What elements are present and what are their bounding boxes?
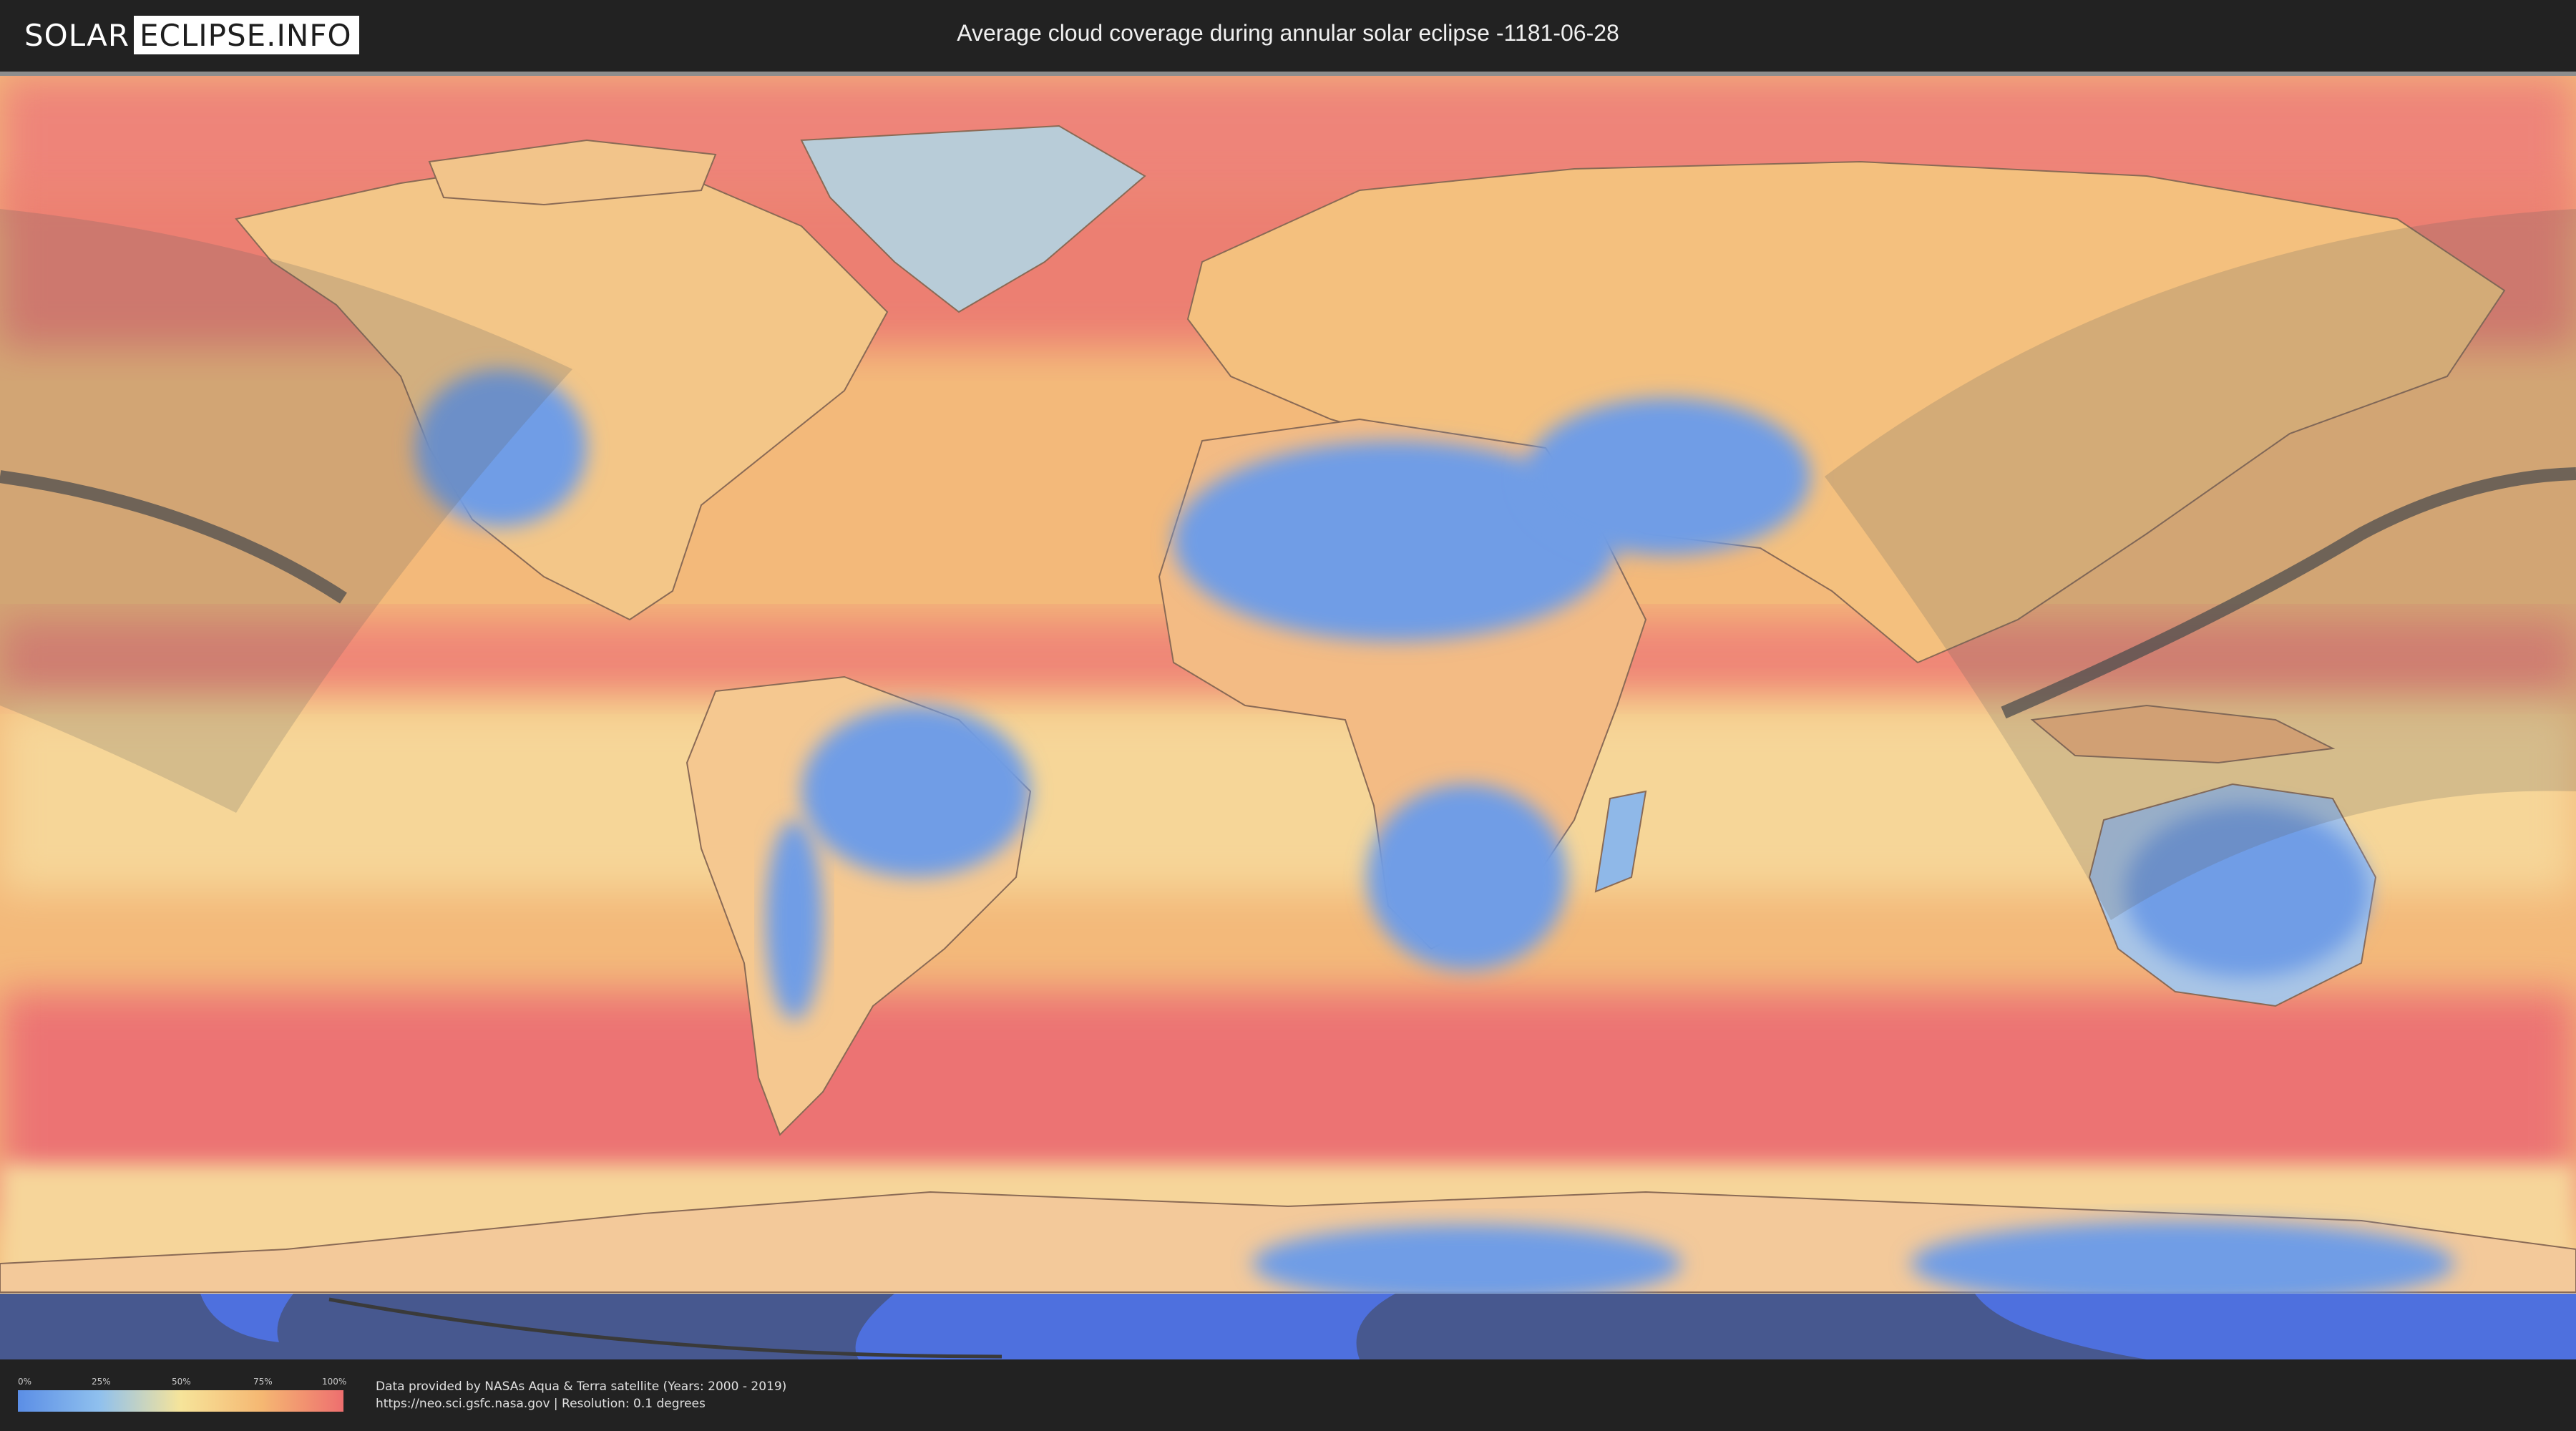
footer-bar (0, 1359, 2576, 1431)
legend-color-bar (18, 1390, 343, 1412)
brazil-clear-region (801, 705, 1030, 877)
legend-tick-100: 100% (322, 1377, 347, 1387)
legend-tick-50: 50% (172, 1377, 191, 1387)
header-bar: SOLAR ECLIPSE.INFO Average cloud coverag… (0, 0, 2576, 73)
source-url-line[interactable]: https://neo.sci.gsfc.nasa.gov | Resoluti… (376, 1397, 706, 1411)
data-credit-line: Data provided by NASAs Aqua & Terra sate… (376, 1379, 787, 1394)
legend-tick-0: 0% (18, 1377, 32, 1387)
cloud-coverage-map[interactable] (0, 76, 2576, 1359)
legend-tick-75: 75% (253, 1377, 273, 1387)
legend-tick-25: 25% (92, 1377, 111, 1387)
andes-clear-region (766, 820, 823, 1020)
page-title: Average cloud coverage during annular so… (957, 20, 1619, 46)
southern-africa-clear-region (1367, 784, 1567, 970)
arabia-clear-region (1524, 398, 1810, 555)
antarctic-clear-region-west (1252, 1224, 1682, 1303)
